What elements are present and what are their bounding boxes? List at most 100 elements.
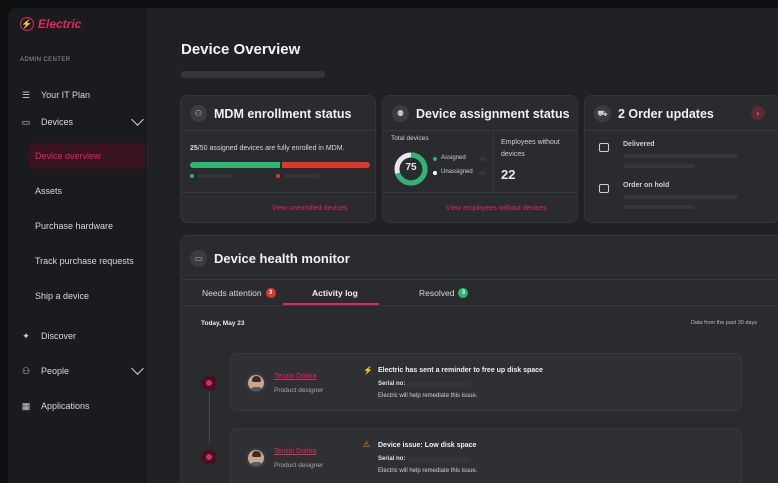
activity-title: Device issue: Low disk space	[378, 442, 477, 449]
divider	[181, 130, 375, 131]
unenrolled-legend-placeholder	[285, 174, 319, 178]
order-detail-placeholder	[623, 195, 738, 199]
sidebar-item-applications[interactable]: ▦ Applications	[20, 394, 144, 418]
mdm-summary: 25/50 assigned devices are fully enrolle…	[190, 145, 344, 152]
tab-count-badge: 3	[458, 288, 469, 298]
total-devices-label: Total devices	[391, 135, 429, 142]
sidebar-sub-purchase-hardware[interactable]: Purchase hardware	[28, 213, 145, 239]
bolt-icon: ⚡	[363, 366, 373, 375]
timeline-dot	[201, 375, 217, 391]
view-employees-link[interactable]: View employees without devices	[446, 205, 547, 212]
unenrolled-legend-dot	[276, 174, 280, 178]
range-label: Data from the past 30 days	[690, 320, 757, 326]
apps-grid-icon: ▦	[21, 400, 31, 411]
mdm-summary-text: /50 assigned devices are fully enrolled …	[197, 145, 345, 152]
divider	[181, 192, 375, 193]
date-label: Today, May 23	[201, 320, 245, 327]
assignment-card: ⚉ Device assignment status Total devices…	[382, 95, 578, 223]
serial-label: Serial no:	[378, 381, 406, 387]
mdm-card-header: ⚇ MDM enrollment status	[190, 105, 352, 122]
divider	[383, 192, 577, 193]
monitor-icon: ▭	[190, 250, 207, 267]
activity-title: Electric has sent a reminder to free up …	[378, 367, 543, 374]
assigned-count-placeholder	[479, 157, 486, 161]
activity-item[interactable]: Tenzin Dolma Product designer ⚡ Electric…	[230, 353, 742, 411]
activity-note: Electric will help remediate this issue.	[378, 468, 478, 474]
bolt-icon: ⚡	[20, 17, 34, 31]
main-content: Device Overview ⚇ MDM enrollment status …	[148, 8, 778, 483]
truck-icon: ⛟	[594, 105, 611, 122]
view-unenrolled-link[interactable]: View unenrolled devices	[272, 205, 347, 212]
tab-label: Needs attention	[202, 288, 262, 298]
sidebar-item-devices[interactable]: ▭ Devices	[20, 110, 144, 134]
order-status-hold: Order on hold	[623, 182, 670, 189]
user-name-link[interactable]: Tenzin Dolma	[274, 373, 316, 380]
enrolled-legend-dot	[190, 174, 194, 178]
unassigned-count-placeholder	[479, 171, 486, 175]
employees-without-label: Employees without devices	[501, 139, 560, 158]
serial-placeholder	[407, 382, 471, 387]
serial-label: Serial no:	[378, 456, 406, 462]
section-label: ADMIN CENTER	[20, 57, 71, 63]
sidebar-sub-assets[interactable]: Assets	[28, 178, 145, 204]
calendar-icon	[599, 143, 609, 152]
sidebar-item-label: Discover	[41, 331, 77, 341]
orders-card-header: ⛟ 2 Order updates	[594, 105, 714, 122]
electric-logo[interactable]: ⚡ Electric	[20, 17, 81, 31]
laptop-icon: ▭	[21, 116, 31, 127]
divider	[383, 130, 577, 131]
sidebar: ⚡ Electric ADMIN CENTER ☰ Your IT Plan ▭…	[8, 8, 148, 483]
warning-icon: ⚠	[363, 440, 371, 449]
tab-activity-log[interactable]: Activity log	[312, 288, 358, 298]
sidebar-item-it-plan[interactable]: ☰ Your IT Plan	[20, 83, 144, 107]
assigned-legend-dot	[433, 157, 437, 161]
sidebar-item-people[interactable]: ⚇ People	[20, 359, 144, 383]
mdm-enrolled-count: 25	[190, 145, 198, 152]
chevron-down-icon	[131, 362, 144, 375]
user-role: Product designer	[274, 462, 324, 469]
divider	[181, 305, 778, 306]
page-title: Device Overview	[181, 41, 301, 58]
timeline-dot	[201, 449, 217, 465]
order-detail-placeholder	[623, 154, 738, 158]
checklist-icon: ☰	[21, 89, 31, 100]
chevron-right-icon[interactable]: ›	[751, 106, 765, 120]
total-devices-value: 75	[405, 162, 417, 173]
tab-label: Activity log	[312, 288, 358, 298]
chevron-down-icon	[131, 113, 144, 126]
health-monitor-card: ▭ Device health monitor Needs attention …	[180, 235, 778, 483]
sidebar-sub-device-overview[interactable]: Device overview	[28, 143, 145, 169]
tab-needs-attention[interactable]: Needs attention 3	[202, 288, 276, 298]
people-icon: ⚇	[190, 105, 207, 122]
card-title: Device assignment status	[416, 106, 570, 121]
mdm-card: ⚇ MDM enrollment status 25/50 assigned d…	[180, 95, 376, 223]
order-status-delivered: Delivered	[623, 141, 655, 148]
user-name-link[interactable]: Tenzin Dolma	[274, 448, 316, 455]
sidebar-sub-track-requests[interactable]: Track purchase requests	[28, 248, 145, 274]
tab-count-badge: 3	[265, 288, 276, 298]
enrolled-segment	[190, 162, 280, 168]
card-title: Device health monitor	[214, 251, 350, 266]
enrolled-legend-placeholder	[198, 174, 232, 178]
assignment-card-header: ⚉ Device assignment status	[392, 105, 570, 122]
avatar	[246, 373, 266, 393]
divider-vertical	[493, 130, 494, 192]
card-title: 2 Order updates	[618, 106, 714, 121]
divider	[585, 130, 778, 131]
avatar	[246, 448, 266, 468]
tab-resolved[interactable]: Resolved 3	[419, 288, 469, 298]
sidebar-item-discover[interactable]: ✦ Discover	[20, 324, 144, 348]
sidebar-sub-ship-device[interactable]: Ship a device	[28, 283, 145, 309]
health-card-header: ▭ Device health monitor	[190, 250, 350, 267]
activity-item[interactable]: Tenzin Dolma Product designer ⚠ Device i…	[230, 428, 742, 483]
unassigned-legend-dot	[433, 171, 437, 175]
employees-without-count: 22	[501, 167, 516, 182]
activity-note: Electric will help remediate this issue.	[378, 393, 478, 399]
unassigned-legend-label: Unassigned	[441, 169, 473, 175]
user-assign-icon: ⚉	[392, 105, 409, 122]
calendar-icon	[599, 184, 609, 193]
sparkle-icon: ✦	[22, 330, 30, 341]
unenrolled-segment	[282, 162, 370, 168]
people-icon: ⚇	[21, 365, 31, 376]
tab-label: Resolved	[419, 288, 455, 298]
